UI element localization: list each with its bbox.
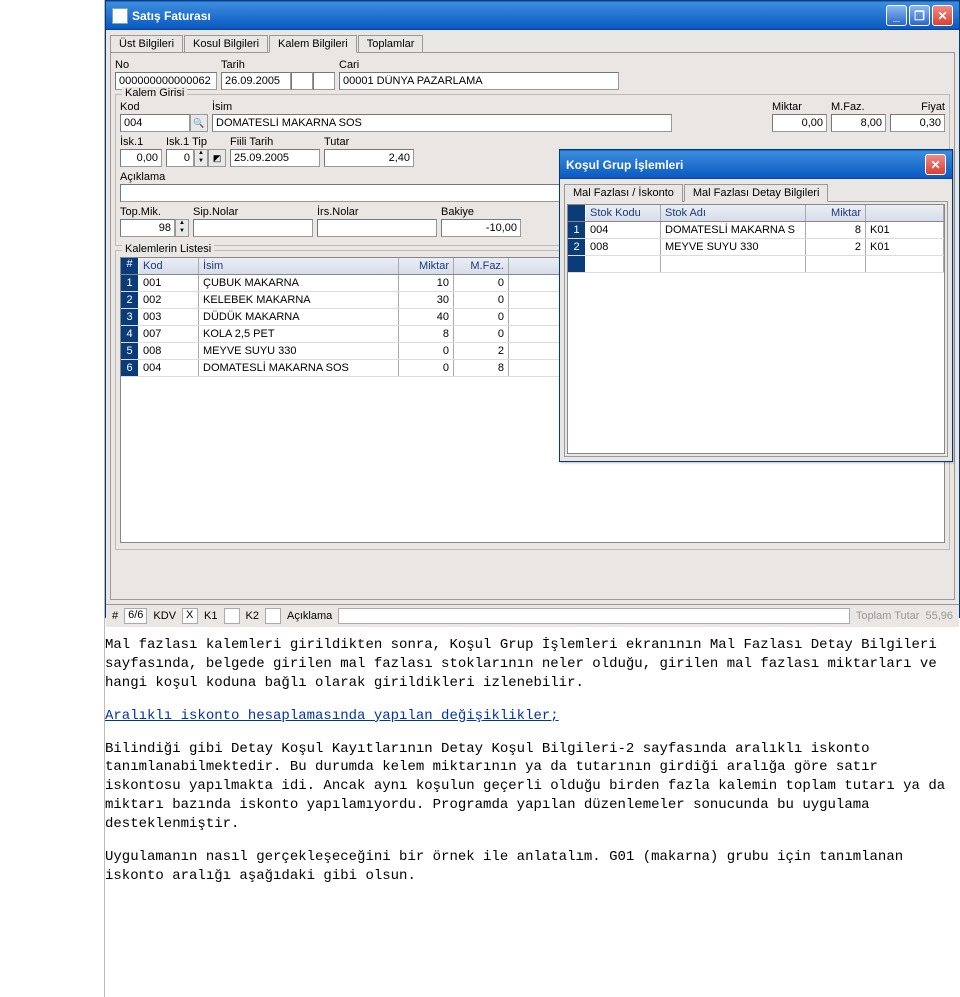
mfaz-input[interactable] [831,114,886,132]
tab-toplamlar[interactable]: Toplamlar [358,35,424,53]
close-button[interactable]: ✕ [932,5,953,26]
fiili-tarih-label: Fiili Tarih [230,136,320,148]
tab-mal-fazlasi-iskonto[interactable]: Mal Fazlası / İskonto [564,184,683,202]
window-title: Satış Faturası [132,9,211,23]
document-text: Mal fazlası kalemleri girildikten sonra,… [105,618,960,908]
popup-close-button[interactable]: ✕ [925,154,946,175]
status-bar: # 6/6 KDV X K1 K2 Açıklama Toplam Tutar … [106,604,959,627]
doc-p3: Uygulamanın nasıl gerçekleşeceğini bir ö… [105,848,952,886]
window-satis-faturasi: Satış Faturası _ ❐ ✕ Üst Bilgileri Kosul… [105,0,960,618]
status-k1-label: K1 [204,610,217,622]
isk1tip-down[interactable]: ▼ [195,158,207,166]
isim-input[interactable] [212,114,672,132]
tab-kalem-bilgileri[interactable]: Kalem Bilgileri [269,35,357,53]
tab-kosul-bilgileri[interactable]: Kosul Bilgileri [184,35,268,53]
status-aciklama-label: Açıklama [287,610,332,622]
tarih-extra2[interactable] [313,72,335,90]
fiyat-input[interactable] [890,114,945,132]
sipnolar-input[interactable] [193,219,313,237]
status-k2-val[interactable] [265,608,281,624]
topmik-input[interactable] [120,219,175,237]
topmik-down[interactable]: ▼ [176,228,188,236]
fiili-tarih-input[interactable] [230,149,320,167]
popup-table-row[interactable]: 1004DOMATESLİ MAKARNA S8K01 [568,222,944,239]
status-k1-val[interactable] [224,608,240,624]
isk1tip-stepper[interactable]: ▲ ▼ [194,149,208,167]
bakiye-input[interactable] [441,219,521,237]
col-num[interactable]: # [121,258,139,274]
doc-p1: Mal fazlası kalemleri girildikten sonra,… [105,636,952,693]
tarih-input[interactable] [221,72,291,90]
isk1tip-input[interactable] [166,149,194,167]
popup-row-empty[interactable] [568,256,944,273]
pcol-extra[interactable] [866,205,944,221]
status-k2-label: K2 [246,610,259,622]
panel-popup: Stok Kodu Stok Adı Miktar 1004DOMATESLİ … [564,201,948,457]
col-isim[interactable]: İsim [199,258,399,274]
grid-popup[interactable]: Stok Kodu Stok Adı Miktar 1004DOMATESLİ … [567,204,945,454]
bakiye-label: Bakiye [441,206,521,218]
popup-table-row[interactable]: 2008MEYVE SUYU 3302K01 [568,239,944,256]
status-rec-val: 6/6 [124,608,147,624]
titlebar-popup[interactable]: Koşul Grup İşlemleri ✕ [560,150,952,179]
miktar-input[interactable] [772,114,827,132]
doc-heading: Aralıklı iskonto hesaplamasında yapılan … [105,707,952,726]
tabs-main: Üst Bilgileri Kosul Bilgileri Kalem Bilg… [106,30,959,52]
restore-button[interactable]: ❐ [909,5,930,26]
cari-label: Cari [339,59,619,71]
status-toplam-label: Toplam Tutar [856,610,920,622]
tab-mal-fazlasi-detay[interactable]: Mal Fazlası Detay Bilgileri [684,184,829,202]
topmik-up[interactable]: ▲ [176,220,188,228]
isk1-input[interactable] [120,149,162,167]
pcol-stok-kodu[interactable]: Stok Kodu [586,205,661,221]
pcol-miktar[interactable]: Miktar [806,205,866,221]
status-toplam-val: 55,96 [925,610,953,622]
pcol-stok-adi[interactable]: Stok Adı [661,205,806,221]
minimize-button[interactable]: _ [886,5,907,26]
kod-label: Kod [120,101,208,113]
status-kdv-label: KDV [153,610,176,622]
irsnolar-label: İrs.Nolar [317,206,437,218]
mfaz-label: M.Faz. [831,101,886,113]
irsnolar-input[interactable] [317,219,437,237]
topmik-label: Top.Mik. [120,206,189,218]
tarih-label: Tarih [221,59,335,71]
tabs-popup: Mal Fazlası / İskonto Mal Fazlası Detay … [560,179,952,201]
tutar-input[interactable] [324,149,414,167]
window-kosul-grup-islemleri[interactable]: Koşul Grup İşlemleri ✕ Mal Fazlası / İsk… [559,149,953,462]
kalem-girisi-legend: Kalem Girisi [122,87,187,99]
popup-title: Koşul Grup İşlemleri [566,158,683,172]
tab-ust-bilgileri[interactable]: Üst Bilgileri [110,35,183,53]
col-miktar[interactable]: Miktar [399,258,454,274]
sipnolar-label: Sip.Nolar [193,206,313,218]
liste-legend: Kalemlerin Listesi [122,243,214,255]
no-label: No [115,59,217,71]
kod-lookup-button[interactable]: 🔍 [190,114,208,132]
status-aciklama-val[interactable] [338,608,850,624]
kod-input[interactable] [120,114,190,132]
cari-input[interactable] [339,72,619,90]
topmik-stepper[interactable]: ▲ ▼ [175,219,189,237]
isk1tip-up[interactable]: ▲ [195,150,207,158]
doc-p2: Bilindiği gibi Detay Koşul Kayıtlarının … [105,740,952,834]
miktar-label: Miktar [772,101,827,113]
titlebar-main[interactable]: Satış Faturası _ ❐ ✕ [106,1,959,30]
pcol-num[interactable] [568,205,586,221]
app-icon [112,8,128,24]
isk1-label: İsk.1 [120,136,162,148]
isk1tip-label: Isk.1 Tip [166,136,226,148]
status-rec-label: # [112,610,118,622]
col-kod[interactable]: Kod [139,258,199,274]
isk1tip-icon-button[interactable]: ◩ [208,149,226,167]
fiyat-label: Fiyat [890,101,945,113]
isim-label: İsim [212,101,768,113]
tutar-label: Tutar [324,136,414,148]
tarih-extra1[interactable] [291,72,313,90]
col-mfaz[interactable]: M.Faz. [454,258,509,274]
status-kdv-val[interactable]: X [182,608,198,624]
